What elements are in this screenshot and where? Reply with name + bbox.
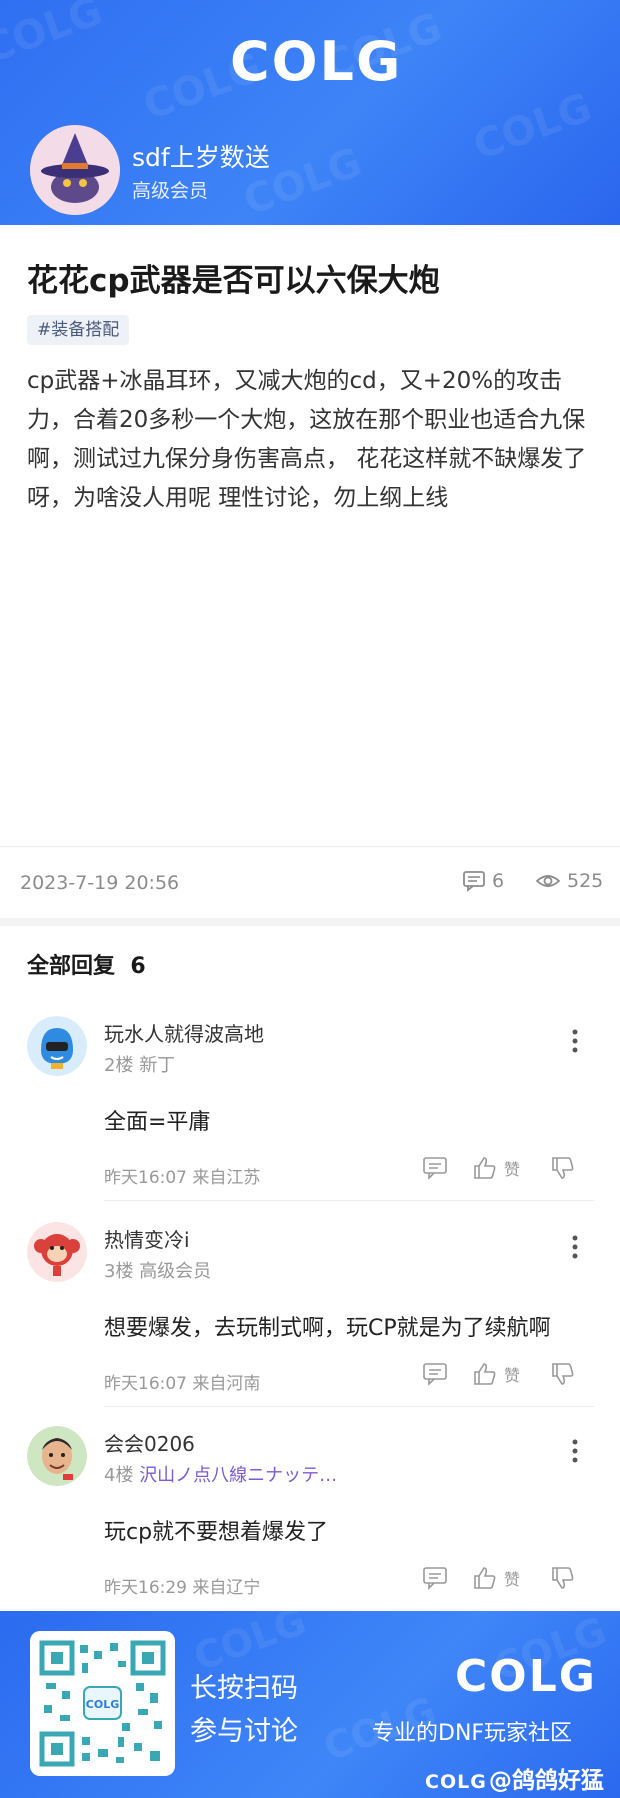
qr-code[interactable]: COLG (30, 1631, 175, 1776)
more-icon[interactable] (565, 1436, 585, 1466)
commenter-avatar[interactable] (27, 1426, 87, 1486)
post-title: 花花cp武器是否可以六保大炮 (27, 263, 440, 299)
watermark-text: @鸽鸽好猛 (488, 1768, 604, 1794)
thumbs-down-icon[interactable] (550, 1156, 576, 1180)
eye-icon (535, 875, 561, 887)
member-level: 新丁 (139, 1055, 176, 1076)
watermark: COLG@鸽鸽好猛 (425, 1761, 604, 1795)
view-count-value: 525 (567, 870, 604, 892)
comment-actions: 赞 (422, 1156, 576, 1180)
thumbs-up-icon (474, 1363, 496, 1385)
comment-text: 玩cp就不要想着爆发了 (104, 1520, 329, 1545)
author-avatar[interactable] (30, 125, 120, 215)
post-time: 2023-7-19 20:56 (20, 872, 180, 894)
watermark-logo: COLG (425, 1771, 487, 1793)
comment-icon (463, 871, 485, 892)
photo-avatar-icon (27, 1426, 87, 1486)
comment-divider (104, 1406, 594, 1407)
comment-actions: 赞 (422, 1362, 576, 1386)
blue-character-avatar-icon (27, 1016, 87, 1076)
replies-heading: 全部回复 6 (27, 948, 146, 980)
comment-count[interactable]: 6 (462, 870, 504, 892)
qr-code-icon: COLG (38, 1639, 167, 1768)
view-count: 525 (535, 870, 603, 892)
like-label: 赞 (504, 1366, 521, 1385)
thumbs-up-icon (474, 1567, 496, 1589)
thumbs-down-icon[interactable] (550, 1362, 576, 1386)
thumbs-down-icon[interactable] (550, 1566, 576, 1590)
commenter-avatar[interactable] (27, 1016, 87, 1076)
comment-footer: 昨天16:07 来自河南 (104, 1374, 261, 1394)
comment-footer: 昨天16:07 来自江苏 (104, 1168, 261, 1188)
scan-instruction-line2: 参与讨论 (190, 1716, 298, 1747)
svg-text:COLG: COLG (468, 85, 598, 170)
reply-icon[interactable] (422, 1362, 448, 1386)
commenter-meta: 4楼 沢山ノ点八線ニナッテ… (104, 1461, 337, 1487)
comment-divider (104, 1200, 594, 1201)
member-level: 高级会员 (139, 1261, 212, 1282)
post-tag[interactable]: #装备搭配 (27, 315, 130, 345)
witch-cat-avatar-icon (30, 125, 120, 215)
like-button[interactable]: 赞 (472, 1566, 520, 1590)
header-banner: COLG COLG COLG COLG COLG COLG sdf上岁数送 高级… (0, 0, 620, 225)
reply-icon[interactable] (422, 1156, 448, 1180)
comment-text: 想要爆发，去玩制式啊，玩CP就是为了续航啊 (104, 1316, 551, 1341)
replies-count: 6 (130, 954, 146, 979)
like-label: 赞 (504, 1570, 521, 1589)
reply-icon[interactable] (422, 1566, 448, 1590)
comment-actions: 赞 (422, 1566, 576, 1590)
comment-text: 全面=平庸 (104, 1110, 211, 1135)
floor-number: 2楼 (104, 1055, 134, 1076)
commenter-name[interactable]: 会会0206 (104, 1428, 195, 1457)
like-button[interactable]: 赞 (472, 1156, 520, 1180)
commenter-avatar[interactable] (27, 1222, 87, 1282)
replies-title: 全部回复 (27, 954, 116, 979)
like-button[interactable]: 赞 (472, 1362, 520, 1386)
more-icon[interactable] (565, 1026, 585, 1056)
svg-text:COLG: COLG (86, 1698, 119, 1711)
footer-colg-logo: COLG (455, 1651, 597, 1702)
commenter-name[interactable]: 热情变冷i (104, 1224, 190, 1253)
thumbs-up-icon (474, 1157, 496, 1179)
scan-instruction-line1: 长按扫码 (190, 1673, 298, 1704)
more-icon[interactable] (565, 1232, 585, 1262)
footer-banner: COLG COLG COLG COLG 长按扫码 参与讨论 COLG 专业的DN… (0, 1611, 620, 1798)
divider (0, 846, 620, 847)
member-badge: 沢山ノ点八線ニナッテ… (139, 1465, 338, 1486)
like-label: 赞 (504, 1160, 521, 1179)
floor-number: 3楼 (104, 1261, 134, 1282)
commenter-meta: 3楼 高级会员 (104, 1257, 211, 1283)
author-name[interactable]: sdf上岁数送 (132, 138, 270, 174)
comment-count-value: 6 (492, 870, 505, 892)
footer-slogan: 专业的DNF玩家社区 (372, 1721, 573, 1746)
commenter-meta: 2楼 新丁 (104, 1051, 175, 1077)
red-monkey-avatar-icon (27, 1222, 87, 1282)
svg-text:COLG: COLG (0, 0, 108, 73)
comment-footer: 昨天16:29 来自辽宁 (104, 1578, 261, 1598)
floor-number: 4楼 (104, 1465, 134, 1486)
author-level: 高级会员 (132, 180, 209, 202)
colg-logo: COLG (230, 30, 403, 93)
post-body: cp武器+冰晶耳环，又减大炮的cd，又+20%的攻击力，合着20多秒一个大炮，这… (27, 368, 587, 511)
commenter-name[interactable]: 玩水人就得波高地 (104, 1018, 264, 1047)
section-divider (0, 918, 620, 926)
